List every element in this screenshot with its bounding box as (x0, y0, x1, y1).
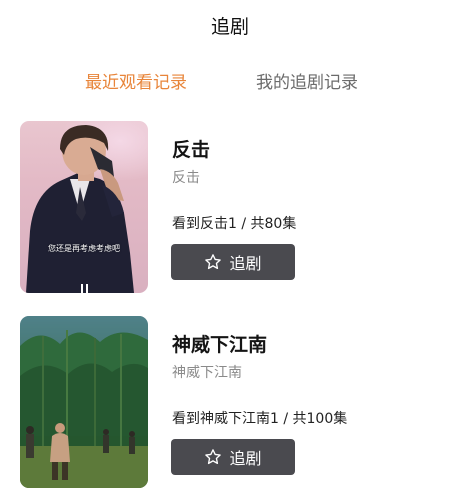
follow-button[interactable]: 追剧 (171, 439, 295, 475)
history-tabs: 最近观看记录 我的追剧记录 (0, 68, 460, 98)
page-title: 追剧 (210, 16, 249, 38)
show-cover-image[interactable] (20, 316, 148, 488)
show-subtitle: 神威下江南 (172, 365, 242, 381)
show-title[interactable]: 反击 (172, 135, 210, 162)
watch-progress-text: 看到反击1 / 共80集 (172, 216, 297, 232)
show-title[interactable]: 神威下江南 (172, 330, 267, 357)
cover-subtitle-caption: 您还是再考虑考虑吧 (48, 244, 120, 253)
watch-history-page: 追剧 最近观看记录 我的追剧记录 您还是再考虑考虑吧 反击 反击 看到反击1 /… (0, 0, 460, 500)
show-card[interactable]: 您还是再考虑考虑吧 反击 反击 看到反击1 / 共80集 追剧 (20, 121, 440, 293)
show-cover-image[interactable]: 您还是再考虑考虑吧 (20, 121, 148, 293)
follow-button-label: 追剧 (229, 254, 262, 273)
show-subtitle: 反击 (172, 170, 200, 186)
tab-recently-watched[interactable]: 最近观看记录 (85, 68, 187, 98)
cover-artwork (26, 125, 134, 293)
star-outline-icon (205, 254, 222, 270)
follow-button[interactable]: 追剧 (171, 244, 295, 280)
show-card[interactable]: 神威下江南 神威下江南 看到神威下江南1 / 共100集 追剧 (20, 316, 440, 488)
star-outline-icon (205, 449, 222, 465)
cover-artwork (20, 316, 148, 488)
follow-button-label: 追剧 (229, 449, 262, 468)
tab-my-follows[interactable]: 我的追剧记录 (256, 68, 358, 98)
watch-progress-text: 看到神威下江南1 / 共100集 (172, 411, 348, 427)
pause-icon (81, 284, 88, 293)
